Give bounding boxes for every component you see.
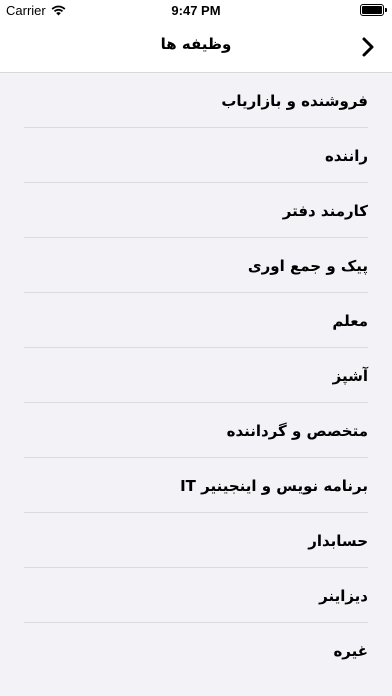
battery-icon <box>360 4 387 16</box>
list-item-label: برنامه نویس و اینجینیر IT <box>180 476 368 495</box>
list-item[interactable]: راننده <box>0 128 392 183</box>
status-bar: Carrier 9:47 PM <box>0 0 392 20</box>
list-item[interactable]: کارمند دفتر <box>0 183 392 238</box>
list-item[interactable]: فروشنده و بازاریاب <box>0 73 392 128</box>
list-item[interactable]: متخصص و گرداننده <box>0 403 392 458</box>
job-list: فروشنده و بازاریاب راننده کارمند دفتر پی… <box>0 73 392 678</box>
list-item-label: پیک و جمع اوری <box>247 256 368 275</box>
status-time: 9:47 PM <box>171 3 221 18</box>
navigation-bar: وظیفه ها <box>0 20 392 73</box>
chevron-right-icon <box>362 37 374 57</box>
back-button[interactable] <box>358 36 378 58</box>
list-item-label: فروشنده و بازاریاب <box>221 91 368 110</box>
list-item[interactable]: دیزاینر <box>0 568 392 623</box>
list-item-label: غیره <box>333 641 368 660</box>
list-item[interactable]: آشپز <box>0 348 392 403</box>
list-item-label: متخصص و گرداننده <box>226 421 368 440</box>
list-item-label: راننده <box>324 146 368 165</box>
list-item-label: آشپز <box>332 366 368 385</box>
list-item-label: دیزاینر <box>319 586 368 605</box>
list-item[interactable]: حسابدار <box>0 513 392 568</box>
list-item-label: حسابدار <box>308 531 368 550</box>
list-item[interactable]: پیک و جمع اوری <box>0 238 392 293</box>
list-item-label: معلم <box>332 311 368 330</box>
page-title: وظیفه ها <box>160 35 232 53</box>
list-item-label: کارمند دفتر <box>282 201 368 220</box>
list-item[interactable]: برنامه نویس و اینجینیر IT <box>0 458 392 513</box>
status-right <box>360 4 387 16</box>
list-item[interactable]: معلم <box>0 293 392 348</box>
list-item[interactable]: غیره <box>0 623 392 678</box>
